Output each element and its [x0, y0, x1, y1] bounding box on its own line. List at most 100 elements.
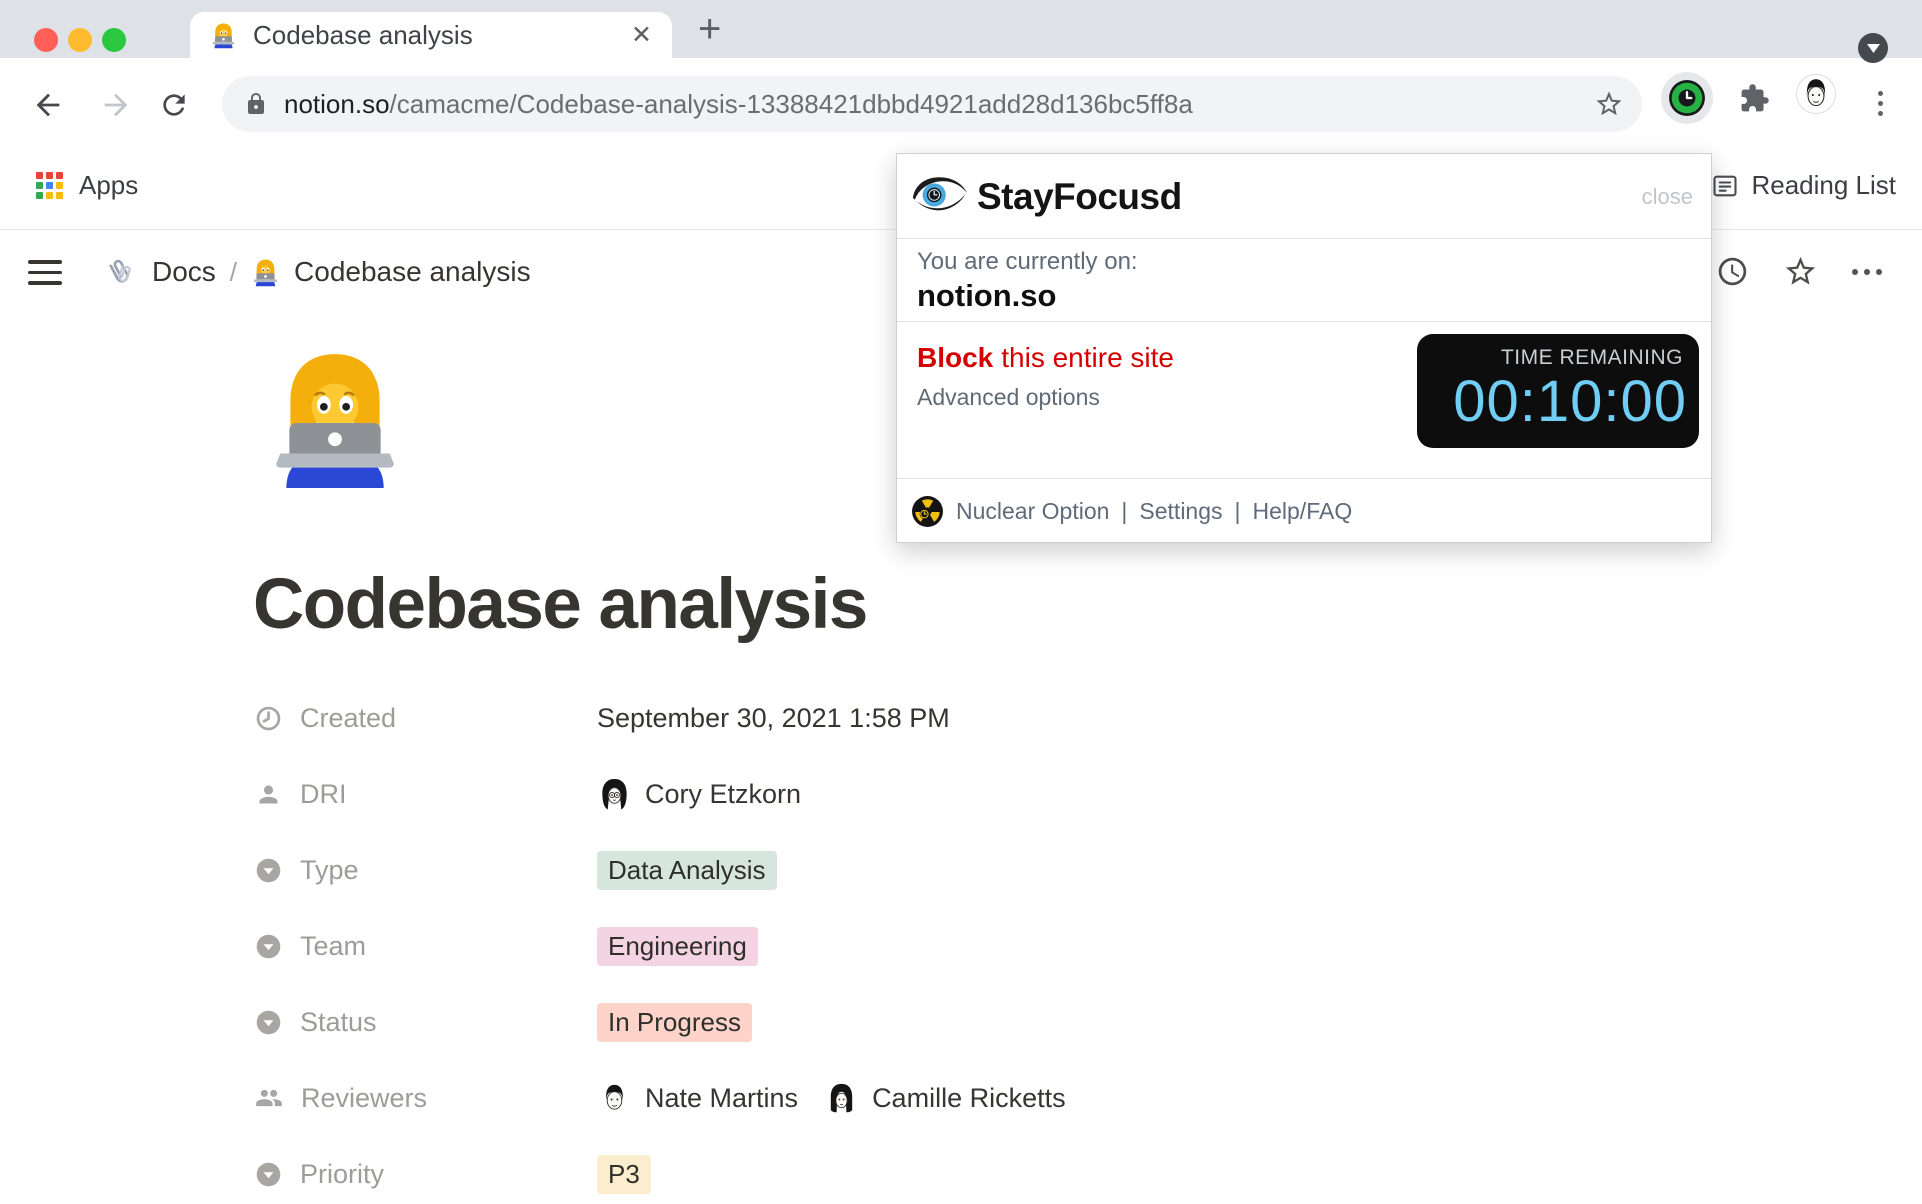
property-value-type[interactable]: Data Analysis	[597, 851, 777, 890]
select-icon	[255, 1161, 282, 1188]
apps-bookmark[interactable]: Apps	[79, 170, 138, 201]
docs-paperclip-icon[interactable]	[102, 254, 138, 290]
tag-engineering[interactable]: Engineering	[597, 927, 758, 966]
property-row-priority: Priority P3	[255, 1136, 1455, 1204]
stayfocusd-brand: StayFocusd	[977, 176, 1182, 218]
footer-separator: |	[1121, 498, 1127, 525]
minimize-window-button[interactable]	[68, 28, 92, 52]
reload-icon[interactable]	[158, 89, 190, 121]
sidebar-menu-icon[interactable]	[28, 260, 62, 285]
extensions-puzzle-icon[interactable]	[1739, 83, 1770, 114]
footer-separator: |	[1235, 498, 1241, 525]
property-reviewers[interactable]: Reviewers	[255, 1083, 597, 1114]
property-value-created[interactable]: September 30, 2021 1:58 PM	[597, 703, 950, 734]
breadcrumb: Docs / Codebase analysis	[102, 252, 531, 292]
advanced-options-link[interactable]: Advanced options	[917, 384, 1100, 411]
nuclear-option-link[interactable]: Nuclear Option	[956, 498, 1109, 525]
bookmark-star-icon[interactable]	[1594, 89, 1624, 119]
tag-in-progress[interactable]: In Progress	[597, 1003, 752, 1042]
browser-profile-avatar[interactable]	[1796, 74, 1836, 114]
tab-strip: Codebase analysis ✕ +	[0, 0, 1922, 58]
property-created[interactable]: Created	[255, 703, 597, 734]
people-icon	[255, 1084, 283, 1112]
updates-clock-icon[interactable]	[1716, 255, 1749, 288]
tag-data-analysis[interactable]: Data Analysis	[597, 851, 777, 890]
browser-window: Codebase analysis ✕ + notion.so/camacme/…	[0, 0, 1922, 1204]
property-status[interactable]: Status	[255, 1007, 597, 1038]
block-word[interactable]: Block	[917, 342, 993, 373]
stayfocusd-clock-icon	[1668, 79, 1706, 117]
page-more-menu-icon[interactable]	[1852, 269, 1882, 275]
property-row-created: Created September 30, 2021 1:58 PM	[255, 680, 1455, 756]
property-team[interactable]: Team	[255, 931, 597, 962]
notion-topbar-actions	[1716, 254, 1882, 289]
close-window-button[interactable]	[34, 28, 58, 52]
property-priority[interactable]: Priority	[255, 1159, 597, 1190]
popup-divider	[897, 321, 1711, 322]
property-value-priority[interactable]: P3	[597, 1155, 651, 1194]
property-label: Status	[300, 1007, 377, 1038]
property-row-reviewers: Reviewers Nate Martins	[255, 1060, 1455, 1136]
tab-favicon-woman-technologist-icon	[210, 22, 237, 49]
person-name: Camille Ricketts	[872, 1083, 1066, 1114]
property-value-team[interactable]: Engineering	[597, 927, 758, 966]
person-name: Cory Etzkorn	[645, 779, 801, 810]
zoom-window-button[interactable]	[102, 28, 126, 52]
person-chip[interactable]: Nate Martins	[597, 1081, 798, 1116]
avatar-nate-martins	[597, 1081, 632, 1116]
property-label: Created	[300, 703, 396, 734]
reading-list-button[interactable]: Reading List	[1711, 170, 1896, 201]
settings-link[interactable]: Settings	[1139, 498, 1222, 525]
property-dri[interactable]: DRI	[255, 779, 597, 810]
tag-p3[interactable]: P3	[597, 1155, 651, 1194]
apps-grid-icon[interactable]	[36, 172, 63, 199]
select-icon	[255, 1009, 282, 1036]
address-bar[interactable]: notion.so/camacme/Codebase-analysis-1338…	[222, 76, 1642, 132]
breadcrumb-page[interactable]: Codebase analysis	[294, 256, 531, 288]
stayfocusd-extension-button[interactable]	[1661, 72, 1713, 124]
popup-footer: Nuclear Option | Settings | Help/FAQ	[897, 478, 1711, 543]
reading-list-icon	[1711, 172, 1739, 200]
browser-menu-icon[interactable]	[1878, 91, 1883, 116]
time-remaining-label: TIME REMAINING	[1501, 346, 1683, 370]
nuclear-option-icon	[911, 495, 944, 528]
popup-divider	[897, 238, 1711, 239]
property-type[interactable]: Type	[255, 855, 597, 886]
new-tab-button[interactable]: +	[698, 4, 721, 54]
breadcrumb-workspace[interactable]: Docs	[152, 256, 216, 288]
select-icon	[255, 933, 282, 960]
timer-box: TIME REMAINING 00:10:00	[1417, 334, 1699, 448]
property-row-status: Status In Progress	[255, 984, 1455, 1060]
browser-tab[interactable]: Codebase analysis ✕	[190, 12, 672, 58]
url-text[interactable]: notion.so/camacme/Codebase-analysis-1338…	[284, 89, 1193, 120]
property-value-reviewers[interactable]: Nate Martins Camille Ricketts	[597, 1081, 1066, 1116]
help-faq-link[interactable]: Help/FAQ	[1253, 498, 1353, 525]
tab-close-icon[interactable]: ✕	[631, 20, 652, 50]
tab-title: Codebase analysis	[253, 20, 631, 51]
property-row-team: Team Engineering	[255, 908, 1455, 984]
browser-toolbar: notion.so/camacme/Codebase-analysis-1338…	[0, 58, 1922, 150]
avatar-camille-ricketts	[824, 1081, 859, 1116]
created-date: September 30, 2021 1:58 PM	[597, 703, 950, 734]
property-value-dri[interactable]: Cory Etzkorn	[597, 777, 801, 812]
property-value-status[interactable]: In Progress	[597, 1003, 752, 1042]
popup-close-link[interactable]: close	[1642, 184, 1693, 210]
clock-icon	[255, 705, 282, 732]
stayfocusd-popup: StayFocusd close You are currently on: n…	[896, 153, 1712, 543]
lock-icon[interactable]	[244, 92, 268, 116]
chevron-down-icon	[1867, 44, 1880, 53]
avatar-cory-etzkorn	[597, 777, 632, 812]
property-row-type: Type Data Analysis	[255, 832, 1455, 908]
block-site-link[interactable]: Block this entire site	[917, 342, 1174, 374]
block-rest[interactable]: this entire site	[1001, 342, 1174, 373]
tab-search-button[interactable]	[1858, 33, 1888, 63]
person-chip[interactable]: Camille Ricketts	[824, 1081, 1066, 1116]
favorite-star-icon[interactable]	[1783, 254, 1818, 289]
page-title[interactable]: Codebase analysis	[253, 564, 867, 645]
person-name: Nate Martins	[645, 1083, 798, 1114]
time-remaining-value: 00:10:00	[1453, 368, 1687, 435]
page-emoji-woman-technologist[interactable]	[262, 346, 408, 492]
forward-icon[interactable]	[99, 88, 133, 122]
back-icon[interactable]	[31, 88, 65, 122]
person-chip[interactable]: Cory Etzkorn	[597, 777, 801, 812]
